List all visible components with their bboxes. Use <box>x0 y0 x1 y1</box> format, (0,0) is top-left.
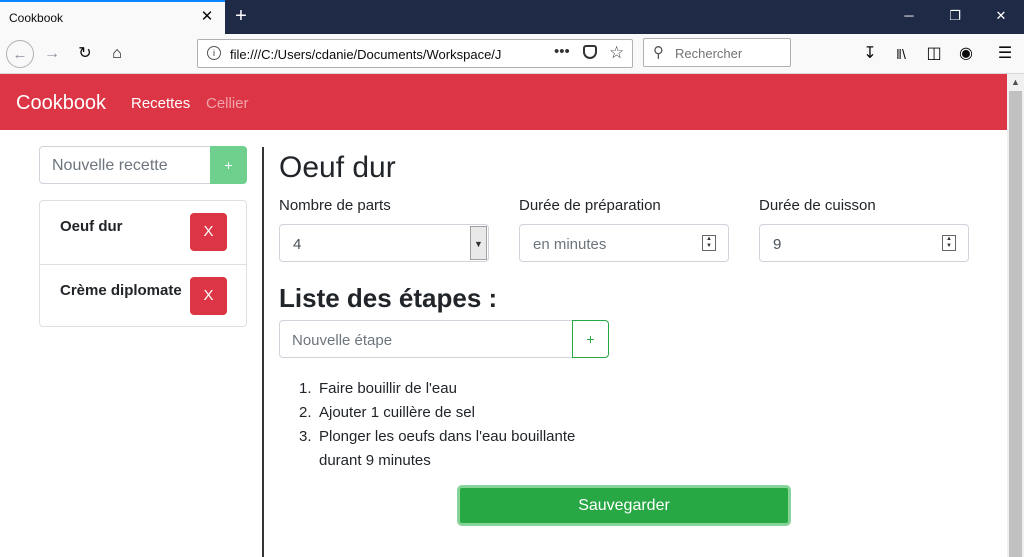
step-text: Faire bouillir de l'eau <box>319 380 457 397</box>
nav-cellar[interactable]: Cellier <box>206 95 249 112</box>
prep-time-placeholder: en minutes <box>533 236 607 253</box>
scroll-thumb[interactable] <box>1009 91 1022 557</box>
back-arrow-icon[interactable]: ← <box>6 40 34 68</box>
page-scrollbar[interactable]: ▲ <box>1007 74 1024 557</box>
minimize-icon[interactable]: ─ <box>886 0 932 32</box>
new-tab-button[interactable]: + <box>231 5 251 27</box>
delete-recipe-button[interactable]: X <box>190 277 227 315</box>
recipe-item[interactable]: Crème diplomate X <box>40 264 246 327</box>
recipe-name[interactable]: Oeuf dur <box>60 218 123 235</box>
recipe-title: Oeuf dur <box>279 151 396 184</box>
number-spinner-icon[interactable]: ▲ ▼ <box>702 235 716 251</box>
cook-time-input[interactable]: 9 ▲ ▼ <box>759 224 969 262</box>
nav-recipes[interactable]: Recettes <box>131 95 190 112</box>
bookmark-star-icon[interactable]: ☆ <box>609 43 624 63</box>
search-placeholder: Rechercher <box>675 46 743 61</box>
browser-tab[interactable]: Cookbook ✕ <box>0 0 225 34</box>
brand-logo[interactable]: Cookbook <box>16 92 106 115</box>
library-icon[interactable]: ‖\ <box>887 40 915 68</box>
restore-icon[interactable]: ❐ <box>932 0 978 32</box>
number-spinner-icon[interactable]: ▲ ▼ <box>942 235 956 251</box>
forward-arrow-icon[interactable]: → <box>38 40 66 68</box>
delete-recipe-button[interactable]: X <box>190 213 227 251</box>
search-input[interactable]: ⚲ Rechercher <box>643 38 791 67</box>
url-text[interactable]: file:///C:/Users/cdanie/Documents/Worksp… <box>230 47 518 62</box>
list-item: 3. Plonger les oeufs dans l'eau bouillan… <box>299 425 599 473</box>
browser-titlebar: Cookbook ✕ + ─ ❐ ✕ <box>0 0 1024 34</box>
recipe-name[interactable]: Crème diplomate <box>60 282 182 299</box>
cook-time-label: Durée de cuisson <box>759 197 876 214</box>
close-tab-icon[interactable]: ✕ <box>199 9 215 25</box>
recipe-item[interactable]: Oeuf dur X <box>40 201 246 264</box>
vertical-divider <box>262 147 264 557</box>
recipe-list: Oeuf dur X Crème diplomate X <box>39 200 247 327</box>
prep-time-label: Durée de préparation <box>519 197 661 214</box>
url-bar[interactable]: i file:///C:/Users/cdanie/Documents/Work… <box>197 39 633 68</box>
menu-icon[interactable]: ☰ <box>991 40 1019 68</box>
step-number: 2. <box>299 404 312 421</box>
search-icon: ⚲ <box>653 44 664 61</box>
info-icon[interactable]: i <box>207 46 221 60</box>
servings-value: 4 <box>293 236 302 253</box>
account-icon[interactable]: ◉ <box>952 40 980 68</box>
page-actions-icon[interactable]: ••• <box>554 43 570 60</box>
new-recipe-input[interactable]: Nouvelle recette <box>39 146 211 184</box>
step-number: 3. <box>299 428 312 445</box>
steps-list: 1. Faire bouillir de l'eau 2. Ajouter 1 … <box>299 377 599 473</box>
add-recipe-button[interactable]: + <box>210 146 247 184</box>
home-icon[interactable]: ⌂ <box>103 40 131 68</box>
step-text: Ajouter 1 cuillère de sel <box>319 404 475 421</box>
list-item: 2. Ajouter 1 cuillère de sel <box>299 401 599 425</box>
new-recipe-placeholder: Nouvelle recette <box>52 157 168 174</box>
new-step-input[interactable]: Nouvelle étape <box>279 320 573 358</box>
pocket-icon[interactable] <box>583 45 597 59</box>
servings-select[interactable]: 4 ▼ <box>279 224 489 262</box>
servings-label: Nombre de parts <box>279 197 391 214</box>
step-number: 1. <box>299 380 312 397</box>
browser-toolbar: ← → ↻ ⌂ i file:///C:/Users/cdanie/Docume… <box>0 34 1024 74</box>
download-icon[interactable]: ↧ <box>856 40 884 68</box>
prep-time-input[interactable]: en minutes ▲ ▼ <box>519 224 729 262</box>
reload-icon[interactable]: ↻ <box>71 40 99 68</box>
add-step-button[interactable]: + <box>572 320 609 358</box>
new-step-placeholder: Nouvelle étape <box>292 332 393 349</box>
tab-title: Cookbook <box>9 11 64 25</box>
chevron-down-icon[interactable]: ▼ <box>470 226 487 260</box>
steps-title: Liste des étapes : <box>279 283 498 313</box>
window-close-icon[interactable]: ✕ <box>978 0 1024 32</box>
save-button[interactable]: Sauvegarder <box>457 485 791 526</box>
list-item: 1. Faire bouillir de l'eau <box>299 377 599 401</box>
step-text: Plonger les oeufs dans l'eau bouillante … <box>319 428 576 469</box>
scroll-up-icon[interactable]: ▲ <box>1007 74 1024 91</box>
app-navbar: Cookbook Recettes Cellier <box>0 74 1007 130</box>
sidebar-icon[interactable]: ◫ <box>920 40 948 68</box>
cook-time-value: 9 <box>773 236 782 253</box>
